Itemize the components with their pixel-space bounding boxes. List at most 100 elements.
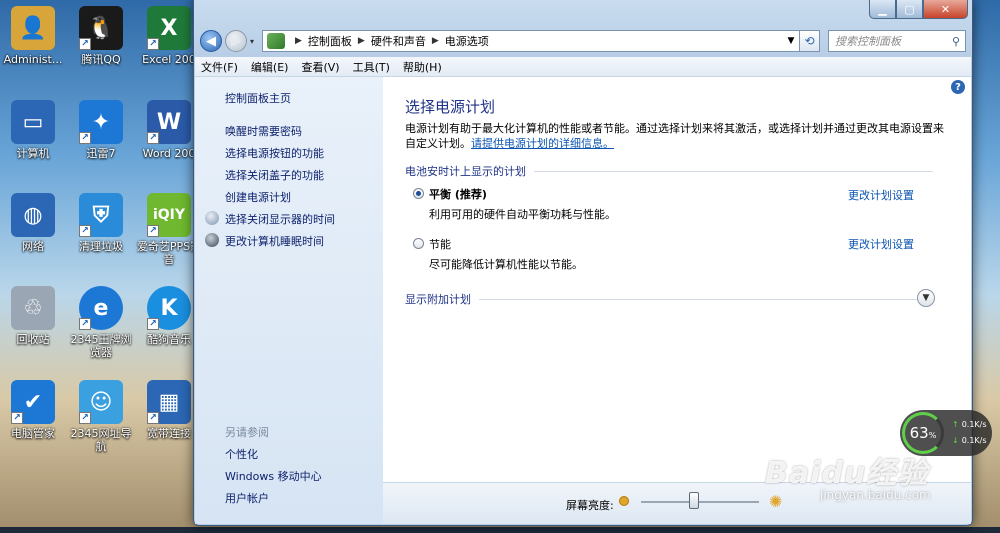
upload-arrow-icon: ↑ [952, 420, 959, 429]
baidu-watermark: Baidu经验 [765, 456, 929, 491]
search-placeholder: 搜索控制面板 [835, 35, 901, 48]
desktop-icon-qq[interactable]: 🐧 ↗ 腾讯QQ [68, 6, 134, 66]
taskbar[interactable] [0, 527, 1000, 533]
additional-plans-header[interactable]: 显示附加计划 [405, 291, 920, 307]
task-sidebar: 控制面板主页 唤醒时需要密码 选择电源按钮的功能 选择关闭盖子的功能 创建电源计… [195, 77, 383, 524]
breadcrumb-control-panel[interactable]: 控制面板 [308, 33, 352, 49]
close-button[interactable]: ✕ [923, 0, 968, 19]
address-dropdown-icon[interactable]: ▼ [783, 36, 799, 46]
plans-section-header: 电池安时计上显示的计划 [405, 163, 933, 179]
thunder-icon: ✦ ↗ [79, 100, 123, 144]
plan-power-saver-name[interactable]: 节能 [429, 236, 451, 252]
chevron-down-icon[interactable]: ▼ [917, 289, 935, 307]
chevron-right-icon[interactable]: ▶ [358, 36, 365, 46]
shield-clean-icon: ⛨ ↗ [79, 193, 123, 237]
sidebar-link-lid-close[interactable]: 选择关闭盖子的功能 [225, 167, 324, 183]
chevron-right-icon[interactable]: ▶ [432, 36, 439, 46]
plan-balanced-desc: 利用可用的硬件自动平衡功耗与性能。 [429, 208, 616, 221]
sidebar-link-wake-password[interactable]: 唤醒时需要密码 [225, 123, 302, 139]
brightness-low-icon [619, 496, 629, 506]
sidebar-link-user-accounts[interactable]: 用户帐户 [225, 490, 269, 506]
plan-details-link[interactable]: 请提供电源计划的详细信息。 [471, 137, 614, 150]
plan-balanced-name[interactable]: 平衡 (推荐) [429, 186, 487, 202]
search-input[interactable]: 搜索控制面板 ⚲ [828, 30, 966, 52]
breadcrumb-hardware-sound[interactable]: 硬件和声音 [371, 33, 426, 49]
pc-manager-icon: ✔ ↗ [11, 380, 55, 424]
upload-speed-value: 0.1K/s [961, 420, 987, 429]
desktop-icon-recycle-bin[interactable]: ♲ 回收站 [0, 286, 66, 346]
address-field[interactable]: ▶ 控制面板 ▶ 硬件和声音 ▶ 电源选项 ▼ [262, 30, 800, 52]
plan-balanced-settings-link[interactable]: 更改计划设置 [848, 187, 914, 203]
network-icon: ◍ [11, 193, 55, 237]
sidebar-link-create-plan[interactable]: 创建电源计划 [225, 189, 291, 205]
menu-tools[interactable]: 工具(T) [353, 59, 390, 75]
recycle-bin-icon: ♲ [11, 286, 55, 330]
menu-bar: 文件(F) 编辑(E) 查看(V) 工具(T) 帮助(H) [195, 57, 971, 77]
plan-power-saver-settings-link[interactable]: 更改计划设置 [848, 236, 914, 252]
page-description: 电源计划有助于最大化计算机的性能或者节能。通过选择计划来将其激活，或选择计划并通… [405, 121, 945, 151]
help-icon[interactable]: ? [951, 80, 965, 94]
minimize-button[interactable]: ▁ [869, 0, 896, 19]
display-icon [205, 211, 219, 225]
gauge-unit: % [928, 431, 937, 440]
maximize-button[interactable]: ▢ [896, 0, 923, 19]
plan-power-saver-radio[interactable] [413, 238, 424, 249]
download-speed: ↓ 0.1K/s [952, 436, 987, 445]
sidebar-link-personalization[interactable]: 个性化 [225, 446, 258, 462]
desktop-icon-network[interactable]: ◍ 网络 [0, 193, 66, 253]
excel-icon: X ↗ [147, 6, 191, 50]
brightness-slider-track[interactable] [641, 501, 759, 503]
brightness-high-icon: ✺ [769, 492, 783, 511]
desktop-icon-clean[interactable]: ⛨ ↗ 清理垃圾 [68, 193, 134, 253]
computer-icon: ▭ [11, 100, 55, 144]
see-also-heading: 另请参阅 [225, 426, 269, 439]
browser-e-icon: e ↗ [79, 286, 123, 330]
sidebar-link-mobility-center[interactable]: Windows 移动中心 [225, 468, 322, 484]
download-arrow-icon: ↓ [952, 436, 959, 445]
baidu-watermark-url: jingyan.baidu.com [820, 488, 931, 502]
nav-mascot-icon: ☺ ↗ [79, 380, 123, 424]
recent-pages-dropdown[interactable]: ▾ [250, 37, 258, 46]
breadcrumb-power-options[interactable]: 电源选项 [445, 33, 489, 49]
upload-speed: ↑ 0.1K/s [952, 420, 987, 429]
back-button[interactable]: ◀ [200, 30, 222, 52]
gauge-percent: 63 [909, 424, 929, 442]
desktop-icon-pc-manager[interactable]: ✔ ↗ 电脑管家 [0, 380, 66, 440]
desktop-icon-2345-browser[interactable]: e ↗ 2345王牌浏览器 [68, 286, 134, 359]
caption-buttons: ▁ ▢ ✕ [869, 0, 968, 19]
sidebar-link-sleep-time[interactable]: 更改计算机睡眠时间 [225, 233, 324, 249]
search-icon[interactable]: ⚲ [947, 35, 965, 48]
menu-edit[interactable]: 编辑(E) [251, 59, 289, 75]
chevron-right-icon[interactable]: ▶ [295, 36, 302, 46]
sidebar-link-display-off[interactable]: 选择关闭显示器的时间 [225, 211, 335, 227]
word-icon: W ↗ [147, 100, 191, 144]
brightness-label: 屏幕亮度: [566, 499, 614, 512]
desktop-icon-2345-nav[interactable]: ☺ ↗ 2345网址导航 [68, 380, 134, 453]
plan-power-saver-desc: 尽可能降低计算机性能以节能。 [429, 258, 583, 271]
sidebar-link-power-button[interactable]: 选择电源按钮的功能 [225, 145, 324, 161]
section-label: 电池安时计上显示的计划 [405, 165, 526, 178]
section-divider [534, 170, 933, 172]
page-title: 选择电源计划 [405, 98, 496, 116]
broadband-icon: ▦ ↗ [147, 380, 191, 424]
sidebar-link-control-panel-home[interactable]: 控制面板主页 [225, 90, 291, 106]
menu-view[interactable]: 查看(V) [301, 59, 339, 75]
desktop-icon-thunder[interactable]: ✦ ↗ 迅雷7 [68, 100, 134, 160]
user-folder-icon: 👤 [11, 6, 55, 50]
control-panel-icon [267, 33, 285, 49]
menu-file[interactable]: 文件(F) [201, 59, 238, 75]
refresh-button[interactable]: ⟲ [800, 30, 820, 52]
brightness-slider-thumb[interactable] [689, 492, 700, 509]
additional-plans-divider [479, 298, 920, 300]
address-bar: ◀ ▶ ▾ ▶ 控制面板 ▶ 硬件和声音 ▶ 电源选项 ▼ ⟲ 搜索控制面板 ⚲ [200, 28, 966, 54]
forward-button[interactable]: ▶ [225, 30, 247, 52]
additional-plans-label[interactable]: 显示附加计划 [405, 291, 471, 307]
desktop-icon-computer[interactable]: ▭ 计算机 [0, 100, 66, 160]
plan-balanced-radio[interactable] [413, 188, 424, 199]
sleep-moon-icon [205, 233, 219, 247]
kugou-icon: K ↗ [147, 286, 191, 330]
menu-help[interactable]: 帮助(H) [403, 59, 442, 75]
qq-penguin-icon: 🐧 ↗ [79, 6, 123, 50]
download-speed-value: 0.1K/s [961, 436, 987, 445]
desktop-icon-administrator[interactable]: 👤 Administ... [0, 6, 66, 66]
